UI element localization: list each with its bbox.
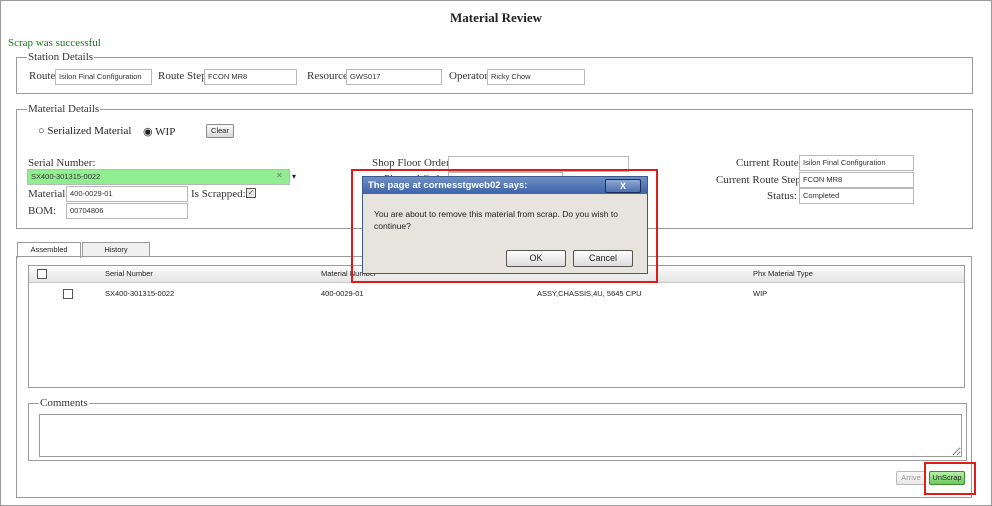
row-checkbox[interactable] <box>63 289 73 299</box>
row-material-number: 400-0029-01 <box>321 289 364 298</box>
serialized-material-radio[interactable]: ○ Serialized Material <box>38 125 131 137</box>
arrive-button[interactable]: Arrive <box>896 471 926 485</box>
dropdown-arrow-icon[interactable]: ▾ <box>289 169 299 184</box>
bom-label: BOM: <box>28 205 57 217</box>
dialog-close-button[interactable]: X <box>605 179 641 193</box>
bom-field[interactable]: 00704806 <box>66 203 188 219</box>
comments-legend: Comments <box>40 397 88 409</box>
resource-field[interactable]: GWS017 <box>346 69 442 85</box>
confirm-dialog: The page at cormesstgweb02 says: X You a… <box>362 176 648 274</box>
current-route-label: Current Route: <box>736 157 802 169</box>
status-label: Status: <box>767 190 797 202</box>
unscrap-highlight-annotation <box>924 462 976 495</box>
assembled-grid <box>28 265 965 388</box>
table-row[interactable]: SX400-301315-0022 400-0029-01 ASSY,CHASS… <box>29 288 964 302</box>
dialog-title: The page at cormesstgweb02 says: <box>368 180 528 191</box>
close-icon: X <box>619 181 626 191</box>
route-step-label: Route Step <box>158 70 207 82</box>
wip-label: WIP <box>155 126 176 138</box>
row-serial-number: SX400-301315-0022 <box>105 289 175 298</box>
dialog-message: You are about to remove this material fr… <box>374 209 618 231</box>
ok-button[interactable]: OK <box>506 250 566 267</box>
column-phx-material-type[interactable]: Phx Material Type <box>753 266 813 282</box>
page-title: Material Review <box>449 10 543 25</box>
status-message: Scrap was successful <box>8 37 101 49</box>
route-field[interactable]: Isilon Final Configuration <box>55 69 152 85</box>
operator-label: Operator <box>449 70 489 82</box>
status-field[interactable]: Completed <box>799 188 914 204</box>
serial-number-input[interactable]: SX400-301315-0022 <box>27 169 290 185</box>
operator-field[interactable]: Ricky Chow <box>487 69 585 85</box>
shop-floor-order-label: Shop Floor Order: <box>372 157 453 169</box>
current-route-step-label: Current Route Step: <box>716 174 804 186</box>
current-route-step-field[interactable]: FCON MR8 <box>799 172 914 188</box>
tab-history[interactable]: History <box>82 242 150 256</box>
route-step-field[interactable]: FCON MR8 <box>204 69 297 85</box>
select-all-checkbox[interactable] <box>37 269 47 279</box>
clear-x-icon[interactable]: ✕ <box>276 171 283 180</box>
serialized-material-label: Serialized Material <box>47 125 132 137</box>
radio-unselected-icon: ○ <box>38 125 45 137</box>
is-scrapped-label: Is Scrapped: <box>191 188 246 200</box>
serial-number-label: Serial Number: <box>28 157 96 169</box>
radio-selected-icon: ◉ <box>143 126 153 138</box>
current-route-field[interactable]: Isilon Final Configuration <box>799 155 914 171</box>
row-description: ASSY,CHASSIS,4U, 5645 CPU <box>537 289 642 298</box>
is-scrapped-checkbox[interactable]: ✓ <box>246 188 256 198</box>
resource-label: Resource <box>307 70 348 82</box>
clear-button[interactable]: Clear <box>206 124 234 138</box>
material-details-legend: Material Details <box>28 103 100 115</box>
route-label: Route <box>29 70 56 82</box>
comments-textarea[interactable] <box>39 414 962 457</box>
material-field[interactable]: 400-0029-01 <box>66 186 188 202</box>
row-material-type: WIP <box>753 289 768 298</box>
wip-radio[interactable]: ◉ WIP <box>143 125 175 138</box>
dialog-title-bar: The page at cormesstgweb02 says: X <box>363 177 647 194</box>
column-serial-number[interactable]: Serial Number <box>105 266 153 282</box>
material-label: Material: <box>28 188 69 200</box>
station-details-legend: Station Details <box>28 51 94 63</box>
cancel-button[interactable]: Cancel <box>573 250 633 267</box>
